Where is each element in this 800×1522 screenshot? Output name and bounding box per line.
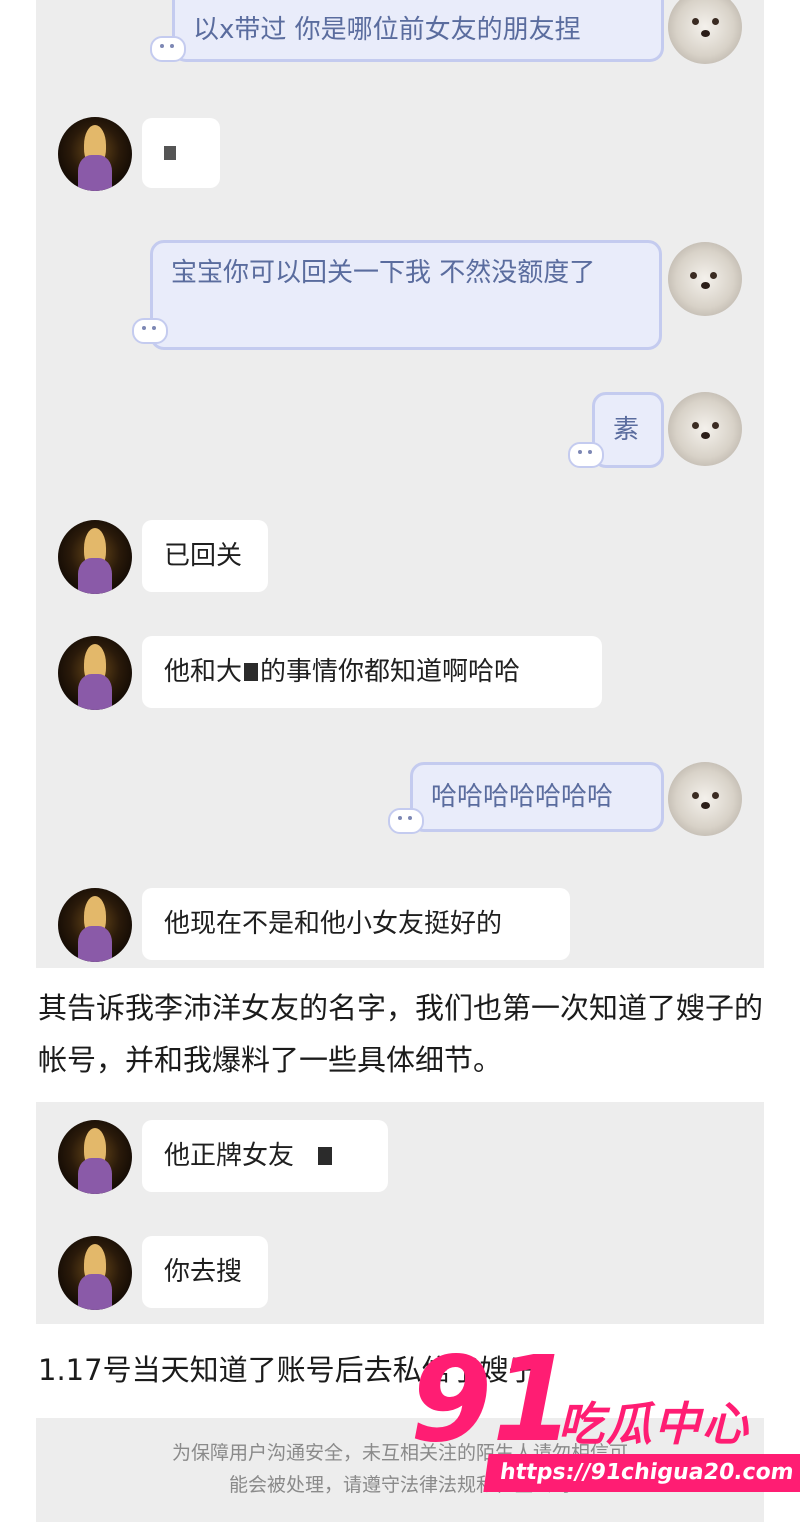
message-bubble-outgoing: 以x带过 你是哪位前女友的朋友捏 xyxy=(172,0,664,62)
watermark-number: 91 xyxy=(410,1330,575,1468)
girl-avatar-icon[interactable] xyxy=(58,888,132,962)
message-text: 他现在不是和他小女友挺好的 xyxy=(164,909,503,939)
girl-avatar-icon[interactable] xyxy=(58,520,132,594)
girl-avatar-icon[interactable] xyxy=(58,117,132,191)
cloud-deco-icon xyxy=(388,808,424,834)
message-bubble-outgoing: 哈哈哈哈哈哈哈 xyxy=(410,762,664,832)
girl-avatar-icon[interactable] xyxy=(58,636,132,710)
message-text: 已回关 xyxy=(164,541,243,571)
message-bubble-incoming: 他正牌女友 xyxy=(142,1120,388,1192)
dog-avatar-icon[interactable] xyxy=(668,762,742,836)
girl-avatar-icon[interactable] xyxy=(58,1120,132,1194)
caption-text: 其告诉我李沛洋女友的名字，我们也第一次知道了嫂子的帐号，并和我爆料了一些具体细节… xyxy=(38,991,764,1077)
message-bubble-outgoing: 宝宝你可以回关一下我 不然没额度了 xyxy=(150,240,662,350)
message-bubble-incoming xyxy=(142,118,220,188)
censored-block xyxy=(164,146,176,160)
message-text: 哈哈哈哈哈哈哈 xyxy=(431,782,614,812)
dog-avatar-icon[interactable] xyxy=(668,392,742,466)
cloud-deco-icon xyxy=(150,36,186,62)
watermark-name: 吃瓜中心 xyxy=(558,1397,750,1451)
chat-panel-2: 他正牌女友 你去搜 xyxy=(36,1102,764,1324)
message-text-after: 的事情你都知道啊哈哈 xyxy=(260,657,521,687)
message-text: 他正牌女友 xyxy=(164,1141,295,1171)
message-bubble-incoming: 已回关 xyxy=(142,520,268,592)
message-bubble-incoming: 他现在不是和他小女友挺好的 xyxy=(142,888,570,960)
message-text: 以x带过 你是哪位前女友的朋友捏 xyxy=(193,14,581,45)
message-bubble-incoming: 你去搜 xyxy=(142,1236,268,1308)
watermark-logo: 91 吃瓜中心 https://91chigua20.com xyxy=(410,1330,800,1510)
girl-avatar-icon[interactable] xyxy=(58,1236,132,1310)
message-text: 宝宝你可以回关一下我 不然没额度了 xyxy=(171,258,596,288)
censored-block xyxy=(318,1147,333,1165)
cloud-deco-icon xyxy=(132,318,168,344)
watermark-url: https://91chigua20.com xyxy=(483,1454,800,1492)
message-text: 你去搜 xyxy=(164,1257,243,1287)
dog-avatar-icon[interactable] xyxy=(668,0,742,64)
cloud-deco-icon xyxy=(568,442,604,468)
message-text-before: 他和大 xyxy=(164,657,243,687)
dog-avatar-icon[interactable] xyxy=(668,242,742,316)
chat-panel-1: 以x带过 你是哪位前女友的朋友捏 宝宝你可以回关一下我 不然没额度了 素 已回关 xyxy=(36,0,764,968)
censored-block xyxy=(244,663,259,681)
message-bubble-incoming: 他和大 的事情你都知道啊哈哈 xyxy=(142,636,602,708)
message-text: 素 xyxy=(613,415,640,445)
